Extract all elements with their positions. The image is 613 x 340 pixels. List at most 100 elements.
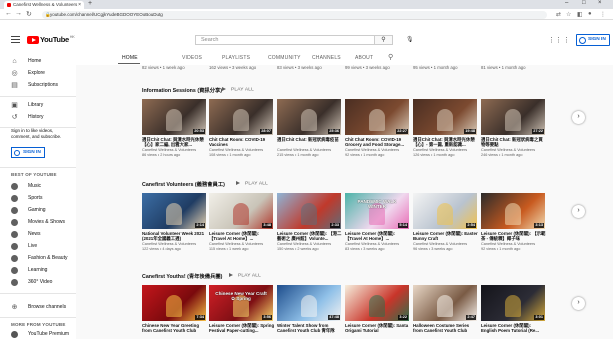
channel-search-icon[interactable]: ⚲ bbox=[388, 53, 393, 61]
sidebar-item-browse-channels[interactable]: ⊕ Browse channels bbox=[0, 302, 76, 313]
tab-home[interactable]: HOME bbox=[122, 55, 138, 61]
video-meta: 150 views • 2 weeks ago bbox=[277, 247, 319, 251]
reload-icon[interactable]: ↻ bbox=[26, 10, 32, 18]
sidebar-item-label: Fashion & Beauty bbox=[28, 255, 68, 261]
sidebar-item-subscriptions[interactable]: ▤ Subscriptions bbox=[0, 80, 76, 91]
forward-arrow-icon[interactable]: → bbox=[15, 10, 22, 17]
video-thumbnail[interactable]: 2:47 bbox=[413, 285, 477, 321]
address-bar[interactable]: 🔒 youtube.com/channel/UCgjkYudeBGDOOYEOo… bbox=[42, 10, 547, 19]
video-thumbnail[interactable]: 27:22 bbox=[481, 99, 545, 135]
browser-toolbar: ← → ↻ 🔒 youtube.com/channel/UCgjkYudeBGD… bbox=[0, 9, 613, 20]
video-thumbnail[interactable]: 47:48 bbox=[277, 285, 341, 321]
video-title[interactable]: Leisure Corner (休閒閣): 【港二藝術之 廣州館】Volunte… bbox=[277, 231, 343, 242]
video-title[interactable]: 週日Chit Chat: 新冠狀病毒之買物等要點 bbox=[481, 137, 547, 148]
video-thumbnail[interactable]: 3:13 bbox=[481, 193, 545, 229]
video-thumbnail[interactable]: 2:14 bbox=[142, 193, 206, 229]
video-title[interactable]: Leisure Corner (休閒閣): 【示範茶 - 傳統粿】椰子味 bbox=[481, 231, 547, 242]
video-thumbnail[interactable]: 3:01 bbox=[481, 285, 545, 321]
tab-videos[interactable]: VIDEOS bbox=[182, 55, 202, 61]
tab-channels[interactable]: CHANNELS bbox=[312, 55, 341, 61]
apps-grid-icon[interactable]: ⋮⋮ bbox=[548, 36, 562, 44]
video-thumbnail[interactable]: Chinese New Year Craft ✿ Spring 3:56 bbox=[209, 285, 273, 321]
video-title[interactable]: Leisure Corner (休閒閣): 【Travel At Home】..… bbox=[209, 231, 275, 242]
browser-menu-icon[interactable]: ⋮ bbox=[600, 11, 606, 18]
video-title[interactable]: National Volunteer Week 2021 (2021年全國義工週… bbox=[142, 231, 208, 242]
window-minimize-button[interactable]: – bbox=[565, 0, 568, 6]
video-title[interactable]: Leisure Corner (休閒閣): Spring Festival Pa… bbox=[209, 323, 275, 334]
sidebar-item-live[interactable]: Live bbox=[0, 241, 76, 252]
play-all-button[interactable]: PLAY ALL bbox=[236, 180, 268, 186]
video-title[interactable]: Chinese New Year Greeting from Canefirst… bbox=[142, 323, 208, 334]
extension-icon[interactable]: ◧ bbox=[577, 11, 583, 18]
tab-community[interactable]: COMMUNITY bbox=[268, 55, 301, 61]
chevron-right-icon: › bbox=[577, 113, 580, 120]
video-title[interactable]: Chit Chat Room: COVID-19 Vaccines bbox=[209, 137, 275, 148]
video-thumbnail[interactable]: 3:22 bbox=[345, 285, 409, 321]
sidebar-item-youtube-premium[interactable]: YouTube Premium bbox=[0, 329, 76, 340]
back-arrow-icon[interactable]: ← bbox=[5, 10, 12, 17]
microphone-icon[interactable]: 🎙 bbox=[406, 36, 414, 43]
sidebar-item-fashion-beauty[interactable]: Fashion & Beauty bbox=[0, 253, 76, 264]
sidebar-item-news[interactable]: News bbox=[0, 229, 76, 240]
video-title[interactable]: Halloween Costume Series from Canefirst … bbox=[413, 323, 479, 334]
shelf-title[interactable]: Information Sessions (資訊分享) bbox=[142, 86, 222, 94]
sidebar-item-history[interactable]: ↺ History bbox=[0, 112, 76, 123]
sidebar-item-explore[interactable]: ◎ Explore bbox=[0, 68, 76, 79]
tab-about[interactable]: ABOUT bbox=[355, 55, 373, 61]
video-thumbnail[interactable]: 25:36 bbox=[277, 99, 341, 135]
video-thumbnail[interactable]: 22:27 bbox=[345, 99, 409, 135]
profile-icon[interactable]: ● bbox=[588, 11, 592, 17]
youtube-logo[interactable]: YouTube HK bbox=[27, 35, 75, 44]
shelf-next-button[interactable]: › bbox=[572, 205, 585, 218]
window-close-button[interactable]: × bbox=[598, 0, 602, 6]
translate-icon[interactable]: ⇄ bbox=[556, 11, 561, 18]
video-title[interactable]: Leisure Corner (休閒閣): English Poem Tutor… bbox=[481, 323, 547, 334]
window-maximize-button[interactable]: □ bbox=[582, 0, 586, 6]
video-title[interactable]: Leisure Corner (休閒閣): 【Travel At Home】..… bbox=[345, 231, 411, 242]
video-title[interactable]: Leisure Corner (休閒閣): Easter Bunny Craft bbox=[413, 231, 479, 242]
sidebar-item-sports[interactable]: Sports bbox=[0, 193, 76, 204]
settings-dots-icon[interactable]: ⋮ bbox=[563, 36, 570, 44]
video-thumbnail[interactable]: 19:48 bbox=[413, 99, 477, 135]
sidebar-item-home[interactable]: ⌂ Home bbox=[0, 56, 76, 67]
video-thumbnail[interactable]: 3:48 bbox=[209, 193, 273, 229]
video-title[interactable]: 週日Chit Chat: 與清水時光休憩【心】- 第一篇, 重新認識... bbox=[413, 137, 479, 148]
video-title[interactable]: Winter Talent Show from Canefirst Youth … bbox=[277, 323, 343, 334]
video-thumbnail[interactable]: PANDEMIC WALK WINTER 5:14 bbox=[345, 193, 409, 229]
video-title[interactable]: Chit Chat Room: COVID-19 Grocery and Foo… bbox=[345, 137, 411, 148]
tab-close-icon[interactable]: × bbox=[78, 1, 81, 9]
video-title[interactable]: 週日Chit Chat: 與清水時光休憩【心】家二編, 出雲大家... bbox=[142, 137, 208, 148]
play-all-button[interactable]: PLAY ALL bbox=[229, 272, 261, 278]
sidebar-item-gaming[interactable]: Gaming bbox=[0, 205, 76, 216]
sidebar-item-music[interactable]: Music bbox=[0, 181, 76, 192]
video-thumbnail[interactable]: 20:53 bbox=[142, 99, 206, 135]
sidebar-sign-in-button[interactable]: SIGN IN bbox=[11, 147, 45, 158]
browser-tab[interactable]: Canefirst Wellness & Volunteers × bbox=[4, 1, 84, 9]
sidebar-item-movies-shows[interactable]: Movies & Shows bbox=[0, 217, 76, 228]
shelf-title[interactable]: Canefirst Youths! (青年後備兵團) bbox=[142, 272, 222, 280]
header-sign-in-button[interactable]: SIGN IN bbox=[576, 34, 610, 46]
shelf-next-button[interactable]: › bbox=[572, 297, 585, 310]
tab-playlists[interactable]: PLAYLISTS bbox=[222, 55, 250, 61]
search-button[interactable]: ⚲ bbox=[375, 35, 393, 45]
video-thumbnail[interactable]: 2:54 bbox=[413, 193, 477, 229]
video-title[interactable]: Leisure Corner (休閒閣): Santa Origami Tuto… bbox=[345, 323, 411, 334]
shelf-title[interactable]: Canefirst Volunteers (義務會員工) bbox=[142, 180, 225, 188]
bookmark-star-icon[interactable]: ☆ bbox=[566, 11, 571, 18]
video-title[interactable]: 週日Chit Chat: 新冠狀病毒疫苗 bbox=[277, 137, 343, 142]
video-thumbnail[interactable]: 7:34 bbox=[142, 285, 206, 321]
play-all-button[interactable]: PLAY ALL bbox=[222, 86, 254, 92]
video-duration: 2:33 bbox=[330, 223, 340, 228]
thumbnail-scene bbox=[437, 203, 453, 225]
sidebar-item-library[interactable]: ▣ Library bbox=[0, 100, 76, 111]
new-tab-button[interactable]: + bbox=[88, 0, 92, 7]
sidebar-item-label: Explore bbox=[28, 70, 45, 76]
sidebar-item-learning[interactable]: Learning bbox=[0, 265, 76, 276]
video-thumbnail[interactable]: 28:07 bbox=[209, 99, 273, 135]
shelf-next-button[interactable]: › bbox=[572, 111, 585, 124]
search-input[interactable]: Search bbox=[195, 35, 375, 45]
video-thumbnail[interactable]: 2:33 bbox=[277, 193, 341, 229]
history-icon: ↺ bbox=[11, 114, 18, 121]
guide-menu-icon[interactable] bbox=[11, 36, 20, 43]
sidebar-item-360-video[interactable]: 360° Video bbox=[0, 277, 76, 288]
